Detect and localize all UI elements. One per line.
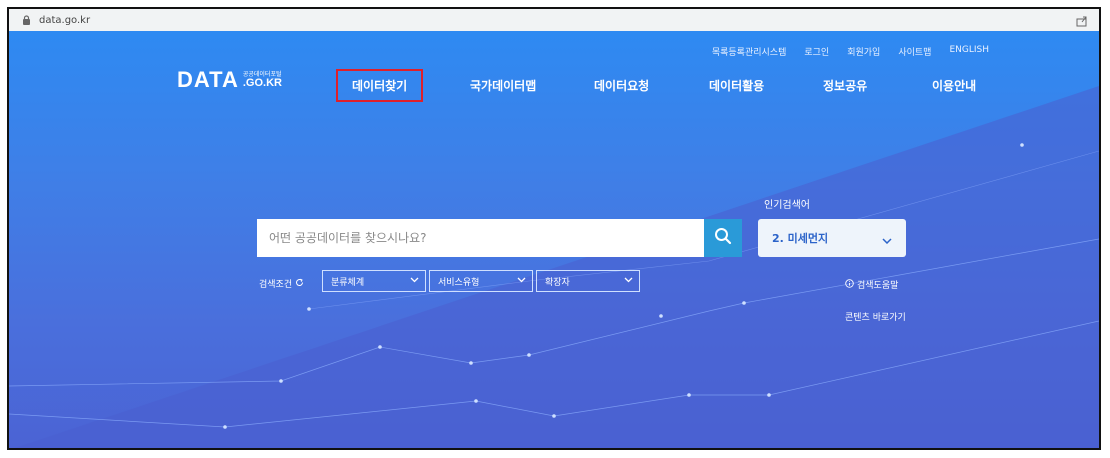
search-help-label: 검색도움말 (857, 281, 899, 291)
category-select[interactable]: 분류체계 (322, 270, 426, 292)
lock-icon (19, 13, 33, 27)
utility-link-sitemap[interactable]: 사이트맵 (898, 45, 931, 58)
nav-item-national-data-map[interactable]: 국가데이터맵 (470, 77, 536, 94)
nav-item-info-share[interactable]: 정보공유 (823, 77, 867, 94)
content-shortcut-link[interactable]: 콘텐츠 바로가기 (845, 310, 906, 323)
reset-icon[interactable] (295, 278, 304, 290)
main-navigation: 데이터찾기 국가데이터맵 데이터요청 데이터활용 정보공유 이용안내 (9, 69, 1099, 102)
chevron-down-icon (624, 276, 633, 286)
extension-select[interactable]: 확장자 (536, 270, 640, 292)
nav-item-guide[interactable]: 이용안내 (932, 77, 976, 94)
info-icon (845, 278, 854, 291)
extension-select-label: 확장자 (545, 277, 570, 288)
search-condition: 검색조건 (259, 277, 304, 290)
chevron-down-icon (882, 229, 892, 248)
hero-section: 목록등록관리시스템 로그인 회원가입 사이트맵 ENGLISH DATA 공공데… (9, 31, 1099, 448)
category-select-label: 분류체계 (331, 277, 365, 288)
nav-item-find-data[interactable]: 데이터찾기 (336, 69, 424, 102)
popular-search-label: 인기검색어 (764, 200, 810, 211)
chevron-down-icon (410, 276, 419, 286)
nav-item-data-usage[interactable]: 데이터활용 (709, 77, 764, 94)
search-input[interactable] (257, 219, 704, 257)
service-type-select[interactable]: 서비스유형 (429, 270, 533, 292)
content-shortcut-label: 콘텐츠 바로가기 (845, 313, 906, 323)
address-bar[interactable]: data.go.kr (9, 9, 1099, 32)
search-icon (714, 227, 732, 249)
share-icon[interactable] (1075, 13, 1089, 27)
search-button[interactable] (704, 219, 742, 257)
utility-link-login[interactable]: 로그인 (804, 45, 829, 58)
nav-item-data-request[interactable]: 데이터요청 (594, 77, 649, 94)
search-condition-label: 검색조건 (259, 280, 293, 290)
utility-link-english[interactable]: ENGLISH (949, 45, 989, 58)
utility-link-signup[interactable]: 회원가입 (847, 45, 880, 58)
popular-search-value: 2. 미세먼지 (772, 232, 829, 245)
search-help-link[interactable]: 검색도움말 (845, 278, 898, 291)
url-text: data.go.kr (39, 14, 91, 26)
chevron-down-icon (517, 276, 526, 286)
utility-link-list-admin[interactable]: 목록등록관리시스템 (712, 45, 787, 58)
browser-window: data.go.kr 목록등록관리시스템 로그인 회원가입 사이트맵 ENGLI… (7, 7, 1101, 450)
popular-search-select[interactable]: 2. 미세먼지 (758, 219, 906, 257)
utility-links: 목록등록관리시스템 로그인 회원가입 사이트맵 ENGLISH (712, 45, 989, 58)
service-type-select-label: 서비스유형 (438, 277, 480, 288)
